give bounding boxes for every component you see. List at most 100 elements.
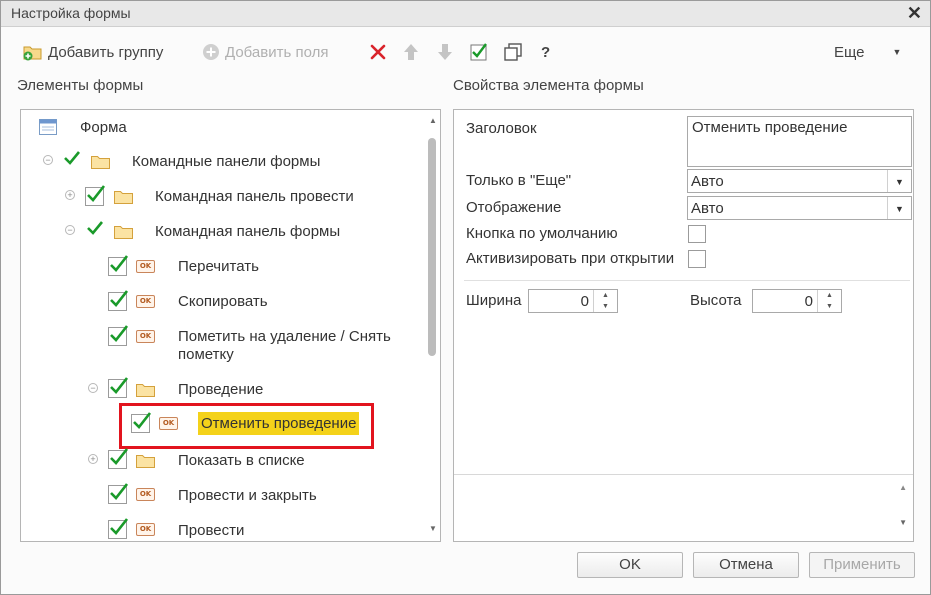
checkbox[interactable] — [108, 325, 129, 346]
element-properties-panel: Заголовок Отменить проведение Только в "… — [453, 109, 914, 542]
collapse-icon[interactable]: − — [88, 383, 98, 393]
form-icon — [39, 119, 57, 135]
command-icon: OK — [136, 260, 155, 273]
scroll-down-icon[interactable]: ▼ — [899, 518, 907, 527]
spin-down-icon[interactable]: ▼ — [594, 301, 617, 312]
ok-button[interactable]: OK — [577, 552, 683, 578]
checkmark-icon — [110, 518, 129, 535]
toolbar: Добавить группу Добавить поля ? Еще ▼ — [1, 39, 930, 65]
form-elements-tree[interactable]: Форма − Командные панели формы + Командн… — [20, 109, 441, 542]
activate-on-open-checkbox[interactable] — [688, 250, 706, 268]
display-label: Отображение — [466, 199, 562, 216]
checkbox[interactable] — [108, 290, 129, 311]
chevron-down-icon[interactable]: ▼ — [887, 197, 911, 219]
help-button[interactable]: ? — [541, 39, 550, 65]
checkmark-icon — [110, 377, 129, 394]
expand-icon[interactable]: + — [65, 190, 75, 200]
display-select[interactable]: Авто ▼ — [687, 196, 912, 220]
chevron-down-icon: ▼ — [892, 47, 902, 57]
checkbox[interactable] — [108, 518, 129, 539]
add-group-label: Добавить группу — [48, 43, 164, 61]
folder-icon — [114, 191, 133, 204]
tree-item-label: Проведение — [178, 381, 264, 398]
spin-down-icon[interactable]: ▼ — [818, 301, 841, 312]
move-up-button[interactable] — [403, 39, 419, 65]
tree-item-label: Провести и закрыть — [178, 487, 317, 504]
default-button-label: Кнопка по умолчанию — [466, 225, 618, 242]
checkmark-icon[interactable] — [86, 220, 104, 236]
folder-icon — [91, 156, 110, 169]
checkbox-checked-icon — [470, 43, 487, 61]
form-elements-title: Элементы формы — [17, 77, 144, 94]
spin-up-icon[interactable]: ▲ — [818, 290, 841, 301]
tree-item-label: Показать в списке — [178, 452, 305, 469]
checkmark-icon — [110, 448, 129, 465]
folder-icon — [136, 455, 155, 468]
title-bar: Настройка формы ✕ — [1, 1, 930, 27]
cancel-button[interactable]: Отмена — [693, 552, 799, 578]
delete-cross-icon — [370, 44, 386, 60]
title-property-value: Отменить проведение — [692, 119, 848, 136]
checkmark-icon — [110, 255, 129, 272]
checkbox[interactable] — [108, 448, 129, 469]
scroll-thumb[interactable] — [428, 138, 436, 356]
folder-icon — [136, 384, 155, 397]
only-more-select[interactable]: Авто ▼ — [687, 169, 912, 193]
tree-item-label: Командная панель провести — [155, 188, 354, 205]
tree-item-label-line2: пометку — [178, 346, 234, 363]
check-all-button[interactable] — [469, 39, 489, 65]
title-property-label: Заголовок — [466, 120, 537, 137]
arrow-down-icon — [438, 44, 452, 60]
spin-up-icon[interactable]: ▲ — [594, 290, 617, 301]
checkmark-icon — [110, 290, 129, 307]
window-title: Настройка формы — [11, 5, 131, 21]
selection-highlight-box — [119, 403, 374, 449]
scroll-up-icon[interactable]: ▲ — [899, 483, 907, 492]
more-label: Еще — [834, 43, 865, 61]
checkbox[interactable] — [85, 185, 106, 206]
collapse-icon[interactable]: − — [65, 225, 75, 235]
checkmark-icon — [110, 325, 129, 342]
collapse-icon[interactable]: − — [43, 155, 53, 165]
divider — [464, 280, 910, 281]
scroll-up-icon[interactable]: ▲ — [429, 116, 437, 125]
divider — [454, 474, 913, 475]
height-label: Высота — [690, 292, 742, 309]
command-icon: OK — [136, 330, 155, 343]
checkbox[interactable] — [108, 377, 129, 398]
chevron-down-icon[interactable]: ▼ — [887, 170, 911, 192]
form-settings-window: Настройка формы ✕ Добавить группу Добави… — [0, 0, 931, 595]
width-spinner[interactable]: 0 ▲ ▼ — [528, 289, 618, 313]
display-value: Авто — [691, 200, 724, 217]
scroll-down-icon[interactable]: ▼ — [429, 524, 437, 533]
checkmark-icon — [87, 185, 106, 202]
tree-item-label: Перечитать — [178, 258, 259, 275]
tree-scrollbar[interactable]: ▲ ▼ — [426, 116, 437, 536]
add-fields-button[interactable]: Добавить поля — [202, 39, 328, 65]
apply-button[interactable]: Применить — [809, 552, 915, 578]
expand-icon[interactable]: + — [88, 454, 98, 464]
folder-add-icon — [23, 46, 42, 61]
only-more-value: Авто — [691, 173, 724, 190]
title-property-input[interactable]: Отменить проведение — [687, 116, 912, 167]
move-down-button[interactable] — [437, 39, 453, 65]
add-group-button[interactable]: Добавить группу — [23, 39, 163, 65]
checkbox[interactable] — [108, 483, 129, 504]
copy-icon — [504, 43, 522, 61]
height-spinner[interactable]: 0 ▲ ▼ — [752, 289, 842, 313]
only-more-label: Только в "Еще" — [466, 172, 572, 189]
tree-item-label: Пометить на удаление / Снять — [178, 328, 391, 345]
checkmark-icon[interactable] — [63, 150, 81, 166]
tree-item-label: Провести — [178, 522, 245, 539]
tree-item-label: Командные панели формы — [132, 153, 321, 170]
more-menu-button[interactable]: Еще ▼ — [834, 39, 901, 65]
checkbox[interactable] — [108, 255, 129, 276]
delete-button[interactable] — [369, 39, 387, 65]
copy-button[interactable] — [503, 39, 523, 65]
command-icon: OK — [136, 523, 155, 536]
checkmark-icon — [110, 483, 129, 500]
folder-icon — [114, 226, 133, 239]
close-icon[interactable]: ✕ — [907, 3, 922, 24]
default-button-checkbox[interactable] — [688, 225, 706, 243]
activate-on-open-label: Активизировать при открытии — [466, 250, 675, 267]
